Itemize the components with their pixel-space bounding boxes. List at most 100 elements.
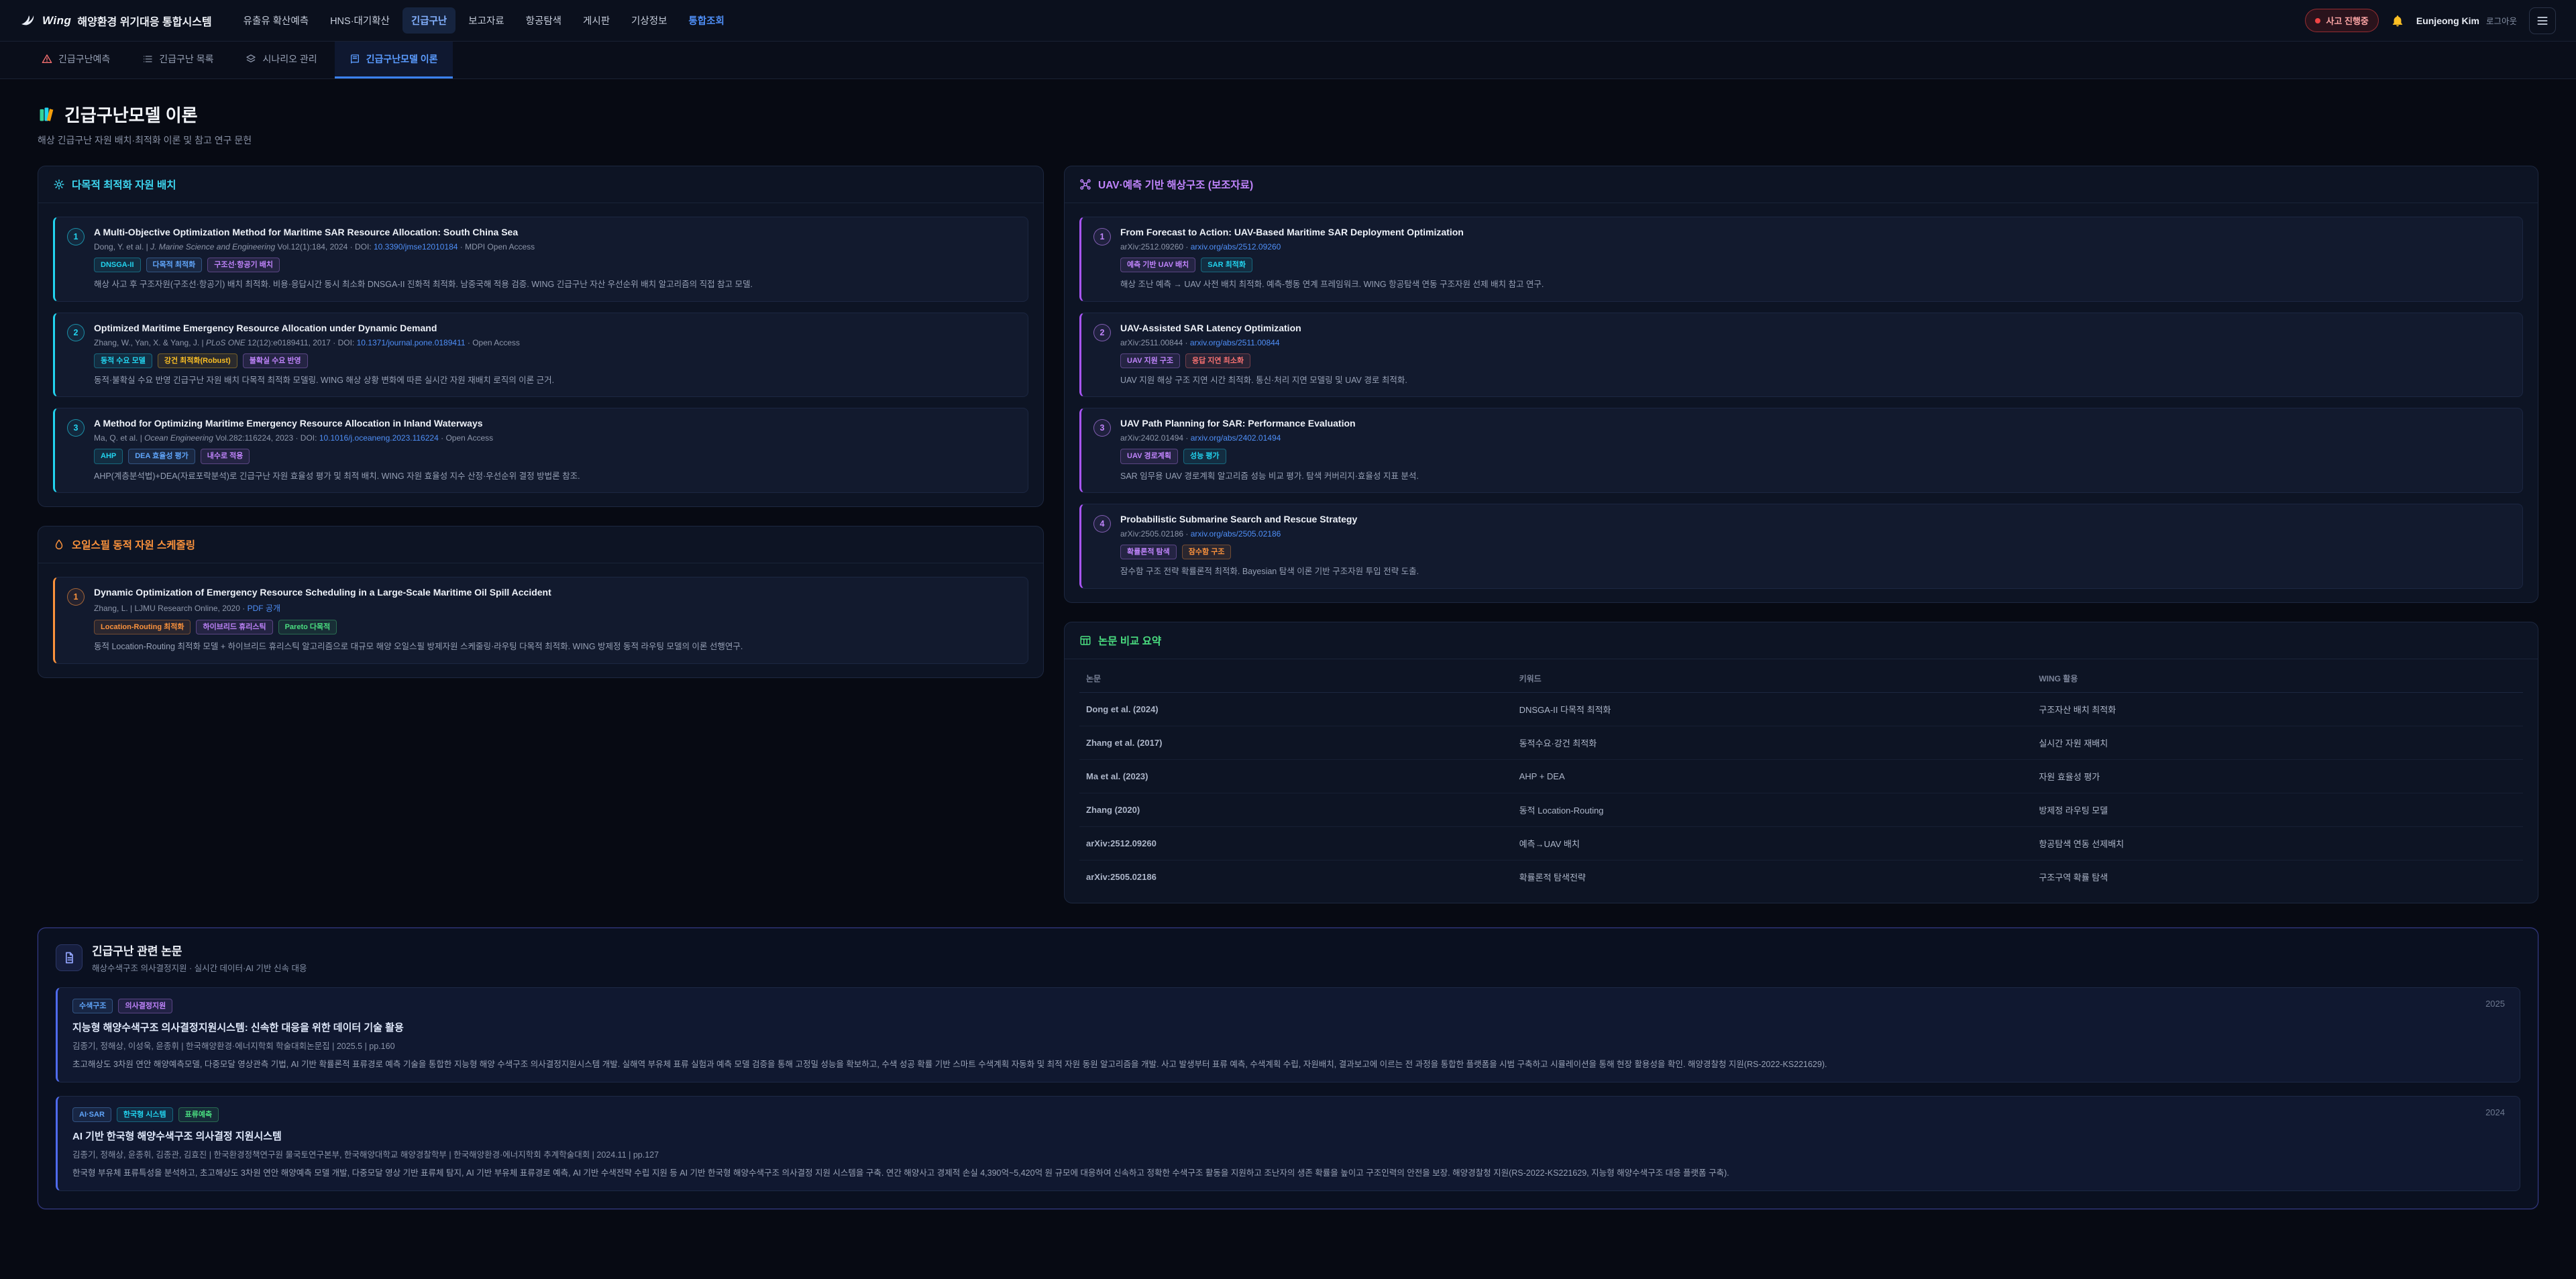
main-nav: 유출유 확산예측 HNS·대기확산 긴급구난 보고자료 항공탐색 게시판 기상정… [235,7,733,34]
tag-chip: 수색구조 [72,999,113,1013]
gear-icon [53,178,65,190]
tag-chip: 예측 기반 UAV 배치 [1120,258,1195,272]
arxiv-link[interactable]: arxiv.org/abs/2511.00844 [1190,338,1280,347]
tab-rescue-list[interactable]: 긴급구난 목록 [127,42,228,78]
nav-item-weather[interactable]: 기상정보 [623,7,676,34]
tag-chip: Pareto 다목적 [278,620,337,634]
column-header-wing-usage: WING 활용 [2032,663,2523,693]
tab-rescue-prediction[interactable]: 긴급구난예측 [27,42,125,78]
doi-link[interactable]: 10.3390/jmse12010184 [374,242,458,252]
related-paper[interactable]: 2024 AI·SAR 한국형 시스템 표류예측 AI 기반 한국형 해양수색구… [56,1096,2520,1191]
nav-item-reports[interactable]: 보고자료 [460,7,513,34]
paper-title: From Forecast to Action: UAV-Based Marit… [1120,227,2510,237]
paper-tags: AHP DEA 효율성 평가 내수로 적용 [94,449,1016,463]
tag-chip: DNSGA-II [94,258,141,272]
incident-status-badge[interactable]: 사고 진행중 [2305,9,2378,32]
tag-chip: 성능 평가 [1183,449,1226,463]
hamburger-menu-button[interactable] [2529,7,2556,34]
tag-chip: AHP [94,449,123,463]
paper-title: UAV-Assisted SAR Latency Optimization [1120,323,2510,333]
logout-link[interactable]: 로그아웃 [2486,14,2517,27]
notification-bell-icon[interactable] [2391,14,2404,27]
cell-paper[interactable]: Zhang (2020) [1079,793,1513,826]
arxiv-link[interactable]: arxiv.org/abs/2505.02186 [1191,529,1281,539]
table-row: Zhang (2020) 동적 Location-Routing 방제정 라우팅… [1079,793,2523,826]
paper-tags: Location-Routing 최적화 하이브리드 휴리스틱 Pareto 다… [94,620,1016,634]
cell-paper[interactable]: Dong et al. (2024) [1079,692,1513,726]
oil-spill-card-header: 오일스필 동적 자원 스케줄링 [38,526,1043,563]
nav-item-oil-spill-prediction[interactable]: 유출유 확산예측 [235,7,317,34]
journal-name: Ocean Engineering [144,433,213,443]
paper-item[interactable]: 3 A Method for Optimizing Maritime Emerg… [53,408,1028,493]
tag-chip: SAR 최적화 [1201,258,1252,272]
cell-usage: 구조구역 확률 탐색 [2032,860,2523,893]
nav-item-board[interactable]: 게시판 [574,7,619,34]
paper-description: SAR 임무용 UAV 경로계획 알고리즘 성능 비교 평가. 탐색 커버리지·… [1120,470,2510,483]
cell-paper[interactable]: Ma et al. (2023) [1079,759,1513,793]
paper-meta: arXiv:2512.09260 · arxiv.org/abs/2512.09… [1120,242,2510,252]
nav-item-aerial-search[interactable]: 항공탐색 [517,7,570,34]
paper-abstract: 한국형 부유체 표류특성을 분석하고, 초고해상도 3차원 연안 해양예측 모델… [72,1166,2505,1180]
pdf-link[interactable]: PDF 공개 [248,604,280,613]
paper-tags: 예측 기반 UAV 배치 SAR 최적화 [1120,258,2510,272]
paper-number-badge: 1 [67,228,85,245]
nav-item-integrated-search[interactable]: 통합조회 [680,7,733,34]
doi-link[interactable]: 10.1016/j.oceaneng.2023.116224 [319,433,439,443]
paper-tags: UAV 지원 구조 응답 지연 최소화 [1120,353,2510,368]
tag-chip: DEA 효율성 평가 [128,449,195,463]
paper-authors: 김종기, 정해상, 윤종휘, 김종관, 김효진 | 한국환경정책연구원 물국토연… [72,1148,2505,1160]
page-title: 긴급구난모델 이론 [64,102,198,127]
tab-scenario-management[interactable]: 시나리오 관리 [231,42,331,78]
nav-item-hns-diffusion[interactable]: HNS·대기확산 [321,7,398,34]
paper-item[interactable]: 1 From Forecast to Action: UAV-Based Mar… [1079,217,2523,302]
paper-item[interactable]: 1 Dynamic Optimization of Emergency Reso… [53,577,1028,664]
tag-chip: 한국형 시스템 [117,1107,173,1122]
cell-paper[interactable]: Zhang et al. (2017) [1079,726,1513,759]
paper-item[interactable]: 1 A Multi-Objective Optimization Method … [53,217,1028,302]
comparison-card: 논문 비교 요약 논문 키워드 WING 활용 [1064,622,2538,903]
paper-tags: 확률론적 탐색 잠수함 구조 [1120,545,2510,559]
paper-tags: DNSGA-II 다목적 최적화 구조선·항공기 배치 [94,258,1016,272]
arxiv-link[interactable]: arxiv.org/abs/2512.09260 [1191,242,1281,252]
user-block: Eunjeong Kim 로그아웃 [2416,14,2517,27]
tab-label: 긴급구난모델 이론 [366,52,438,66]
tag-chip: 강건 최적화(Robust) [158,353,237,368]
cell-paper[interactable]: arXiv:2512.09260 [1079,826,1513,860]
paper-item[interactable]: 2 Optimized Maritime Emergency Resource … [53,313,1028,398]
paper-number-badge: 2 [1093,324,1111,341]
paper-number-badge: 4 [1093,515,1111,533]
app-logo[interactable]: Wing 해양환경 위기대응 통합시스템 [20,13,212,29]
paper-item[interactable]: 2 UAV-Assisted SAR Latency Optimization … [1079,313,2523,398]
tab-rescue-model-theory[interactable]: 긴급구난모델 이론 [335,42,453,78]
paper-tags: UAV 경로계획 성능 평가 [1120,449,2510,463]
tag-chip: UAV 경로계획 [1120,449,1178,463]
paper-item[interactable]: 3 UAV Path Planning for SAR: Performance… [1079,408,2523,493]
doi-link[interactable]: 10.1371/journal.pone.0189411 [357,338,466,347]
user-name: Eunjeong Kim [2416,15,2479,26]
cell-keyword: 동적수요·강건 최적화 [1513,726,2033,759]
alert-icon [42,54,52,64]
cell-keyword: 확률론적 탐색전략 [1513,860,2033,893]
tag-chip: UAV 지원 구조 [1120,353,1180,368]
wing-logo-icon [20,13,36,29]
tag-chip: 확률론적 탐색 [1120,545,1177,559]
cell-paper[interactable]: arXiv:2505.02186 [1079,860,1513,893]
optimization-card-header: 다목적 최적화 자원 배치 [38,166,1043,203]
paper-number-badge: 3 [1093,419,1111,437]
paper-authors: 김종기, 정해상, 이성욱, 윤종휘 | 한국해양환경·에너지학회 학술대회논문… [72,1039,2505,1052]
optimization-card: 다목적 최적화 자원 배치 1 A Multi-Objective Optimi… [38,166,1044,507]
related-card-subtitle: 해상수색구조 의사결정지원 · 실시간 데이터·AI 기반 신속 대응 [92,961,307,974]
paper-meta: arXiv:2402.01494 · arxiv.org/abs/2402.01… [1120,433,2510,443]
layers-icon [246,54,256,64]
journal-name: J. Marine Science and Engineering [150,242,275,252]
nav-item-emergency-rescue[interactable]: 긴급구난 [402,7,455,34]
paper-meta: Dong, Y. et al. | J. Marine Science and … [94,242,1016,252]
paper-title: Probabilistic Submarine Search and Rescu… [1120,514,2510,524]
paper-number-badge: 3 [67,419,85,437]
related-card-title: 긴급구난 관련 논문 [92,942,307,958]
tag-chip: 잠수함 구조 [1182,545,1232,559]
paper-item[interactable]: 4 Probabilistic Submarine Search and Res… [1079,504,2523,589]
related-paper[interactable]: 2025 수색구조 의사결정지원 지능형 해양수색구조 의사결정지원시스템: 신… [56,987,2520,1082]
cell-keyword: AHP + DEA [1513,759,2033,793]
arxiv-link[interactable]: arxiv.org/abs/2402.01494 [1191,433,1281,443]
